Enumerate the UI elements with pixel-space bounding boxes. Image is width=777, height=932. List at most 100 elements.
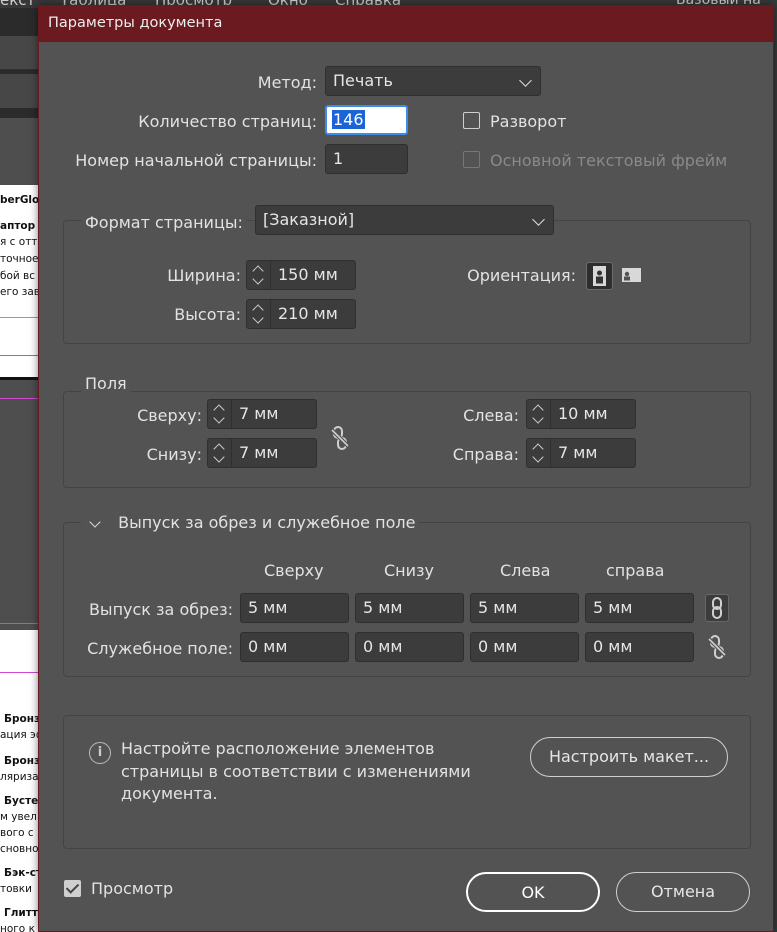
slug-left-input[interactable]: 0 мм	[470, 632, 579, 662]
chevron-down-icon	[532, 412, 544, 424]
orientation-label: Ориентация:	[467, 266, 576, 285]
page-text: товки	[0, 883, 32, 895]
stepper-arrows[interactable]	[208, 400, 232, 428]
bleed-top-value: 5 мм	[248, 598, 288, 617]
guide-line	[0, 623, 40, 624]
width-stepper[interactable]: 150 мм	[246, 260, 356, 290]
slug-top-input[interactable]: 0 мм	[240, 632, 349, 662]
margins-link-toggle[interactable]	[328, 424, 352, 452]
margin-top-value: 7 мм	[239, 404, 279, 423]
guide-line	[0, 672, 40, 673]
stepper-arrows[interactable]	[527, 400, 551, 428]
chevron-down-icon	[532, 213, 545, 226]
stepper-arrows[interactable]	[527, 439, 551, 467]
page-text: аптор	[0, 220, 36, 232]
pages-input[interactable]: 146	[325, 105, 408, 135]
margin-bottom-value: 7 мм	[239, 443, 279, 462]
slug-top-value: 0 мм	[248, 637, 288, 656]
col-left-label: Слева	[500, 561, 551, 580]
margin-right-label: Справа:	[452, 445, 519, 464]
document-setup-dialog: Параметры документа Метод: Печать Количе…	[38, 5, 774, 932]
bleed-bottom-input[interactable]: 5 мм	[355, 593, 464, 623]
page-text: ация эф	[0, 729, 40, 741]
margin-left-stepper[interactable]: 10 мм	[526, 399, 636, 429]
chevron-down-icon	[252, 273, 264, 285]
guide-line	[0, 355, 40, 356]
slug-link-toggle[interactable]	[705, 633, 729, 661]
chevron-down-icon	[213, 451, 225, 463]
primary-text-frame-checkbox[interactable]	[463, 151, 480, 168]
margin-bottom-stepper[interactable]: 7 мм	[207, 438, 317, 468]
portrait-orientation-button[interactable]	[586, 262, 613, 290]
page-size-value: [Заказной]	[263, 210, 355, 229]
bleed-top-input[interactable]: 5 мм	[240, 593, 349, 623]
landscape-icon	[622, 268, 641, 282]
col-right-label: справа	[606, 561, 665, 580]
margin-left-label: Слева:	[463, 406, 519, 425]
slug-label: Служебное поле:	[87, 639, 233, 658]
height-stepper[interactable]: 210 мм	[246, 299, 356, 329]
page-text: я с отте	[0, 236, 40, 248]
bleed-left-input[interactable]: 5 мм	[470, 593, 579, 623]
width-value: 150 мм	[278, 265, 338, 284]
slug-right-input[interactable]: 0 мм	[585, 632, 694, 662]
document-page-2: Бронз ация эф Бронз ляриза Бусте м увел …	[0, 630, 40, 932]
start-page-value: 1	[333, 149, 344, 168]
bleed-slug-header[interactable]: Выпуск за обрез и служебное поле	[81, 513, 420, 535]
guide-line	[0, 398, 40, 399]
preview-label: Просмотр	[91, 879, 174, 898]
app-control-bar-2	[0, 74, 40, 108]
page-text: Бронз	[4, 713, 40, 725]
slug-bottom-input[interactable]: 0 мм	[355, 632, 464, 662]
bleed-link-toggle[interactable]	[705, 594, 729, 622]
page-edge	[0, 377, 40, 380]
margin-bottom-label: Снизу:	[146, 445, 202, 464]
menu-text[interactable]: екст	[0, 0, 35, 9]
chevron-down-icon	[89, 515, 101, 528]
method-value: Печать	[333, 71, 393, 90]
margin-top-stepper[interactable]: 7 мм	[207, 399, 317, 429]
page-size-label: Формат страницы:	[81, 213, 247, 233]
width-label: Ширина:	[167, 266, 241, 285]
facing-pages-label: Разворот	[490, 112, 567, 131]
page-text: сновно	[0, 843, 39, 855]
stepper-arrows[interactable]	[247, 261, 271, 289]
height-value: 210 мм	[278, 304, 338, 323]
start-page-label: Номер начальной страницы:	[75, 151, 317, 170]
landscape-orientation-button[interactable]	[619, 262, 646, 290]
method-dropdown[interactable]: Печать	[325, 66, 541, 96]
height-label: Высота:	[174, 305, 241, 324]
col-bottom-label: Снизу	[384, 561, 435, 580]
document-page: berGlov аптор я с отте точное бой вс его…	[0, 185, 40, 380]
dialog-titlebar[interactable]: Параметры документа	[39, 6, 773, 42]
info-text-line-2: страницы в соответствии с изменениями	[121, 762, 471, 781]
col-top-label: Сверху	[264, 561, 324, 580]
facing-pages-checkbox[interactable]	[463, 112, 480, 129]
info-text-line-3: документа.	[121, 784, 218, 803]
stepper-arrows[interactable]	[247, 300, 271, 328]
bleed-right-input[interactable]: 5 мм	[585, 593, 694, 623]
adjust-layout-button[interactable]: Настроить макет...	[530, 737, 728, 777]
page-text: Бусте	[4, 795, 39, 807]
page-size-dropdown[interactable]: [Заказной]	[255, 205, 554, 235]
page-text: Бэк-ст	[4, 867, 40, 879]
preview-checkbox[interactable]	[64, 880, 81, 897]
margin-right-stepper[interactable]: 7 мм	[526, 438, 636, 468]
margins-title: Поля	[81, 374, 131, 394]
bleed-right-value: 5 мм	[593, 598, 633, 617]
chevron-down-icon	[532, 451, 544, 463]
chevron-down-icon	[519, 74, 532, 87]
portrait-icon	[593, 266, 606, 286]
page-text: м увел	[0, 811, 37, 823]
start-page-input[interactable]: 1	[325, 144, 408, 174]
margin-left-value: 10 мм	[558, 404, 608, 423]
margin-right-value: 7 мм	[558, 443, 598, 462]
page-text: точное	[0, 253, 39, 265]
page-text: Глитт	[4, 907, 38, 919]
slug-bottom-value: 0 мм	[363, 637, 403, 656]
stepper-arrows[interactable]	[208, 439, 232, 467]
cancel-button[interactable]: Отмена	[616, 872, 750, 912]
slug-right-value: 0 мм	[593, 637, 633, 656]
slug-left-value: 0 мм	[478, 637, 518, 656]
ok-button[interactable]: OK	[466, 872, 600, 912]
